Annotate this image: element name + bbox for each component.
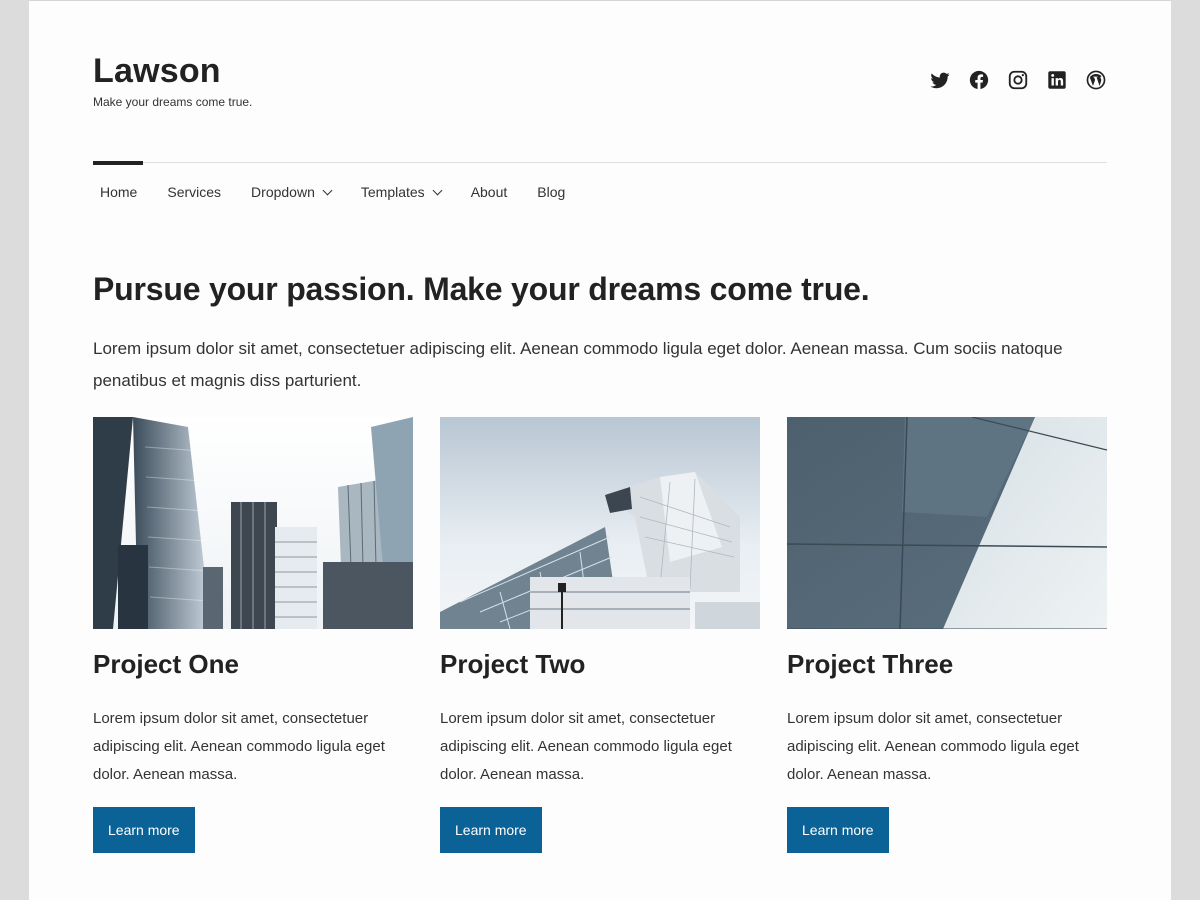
nav-active-indicator (93, 161, 143, 165)
nav-item-home[interactable]: Home (93, 181, 144, 203)
linkedin-icon[interactable] (1046, 69, 1068, 91)
learn-more-button[interactable]: Learn more (787, 807, 889, 853)
project-image (787, 417, 1107, 629)
nav-item-label: Services (167, 184, 222, 200)
chevron-down-icon (322, 185, 333, 195)
site-title[interactable]: Lawson (93, 51, 221, 91)
instagram-icon[interactable] (1007, 69, 1029, 91)
twitter-icon[interactable] (929, 69, 951, 91)
project-card: Project One Lorem ipsum dolor sit amet, … (93, 417, 413, 853)
main-nav: Home Services Dropdown Templates About B… (93, 181, 588, 203)
nav-divider (93, 162, 1107, 163)
nav-item-about[interactable]: About (464, 181, 515, 203)
project-description: Lorem ipsum dolor sit amet, consectetuer… (440, 710, 732, 783)
project-title[interactable]: Project One (93, 649, 239, 680)
project-image (440, 417, 760, 629)
learn-more-button[interactable]: Learn more (440, 807, 542, 853)
chevron-down-icon (432, 185, 443, 195)
nav-item-blog[interactable]: Blog (530, 181, 572, 203)
project-card: Project Three Lorem ipsum dolor sit amet… (787, 417, 1107, 853)
nav-item-label: Home (100, 184, 138, 200)
project-description: Lorem ipsum dolor sit amet, consectetuer… (93, 710, 385, 783)
project-title[interactable]: Project Three (787, 649, 953, 680)
hero-text: Lorem ipsum dolor sit amet, consectetuer… (93, 339, 1063, 390)
nav-item-templates[interactable]: Templates (354, 181, 448, 203)
project-description: Lorem ipsum dolor sit amet, consectetuer… (787, 710, 1079, 783)
facebook-icon[interactable] (968, 69, 990, 91)
hero-title: Pursue your passion. Make your dreams co… (93, 271, 870, 307)
project-title[interactable]: Project Two (440, 649, 585, 680)
learn-more-button[interactable]: Learn more (93, 807, 195, 853)
site-tagline: Make your dreams come true. (93, 95, 253, 109)
nav-item-services[interactable]: Services (160, 181, 228, 203)
nav-item-label: Templates (360, 184, 425, 200)
page: Lawson Make your dreams come true. Home … (29, 0, 1171, 900)
project-image (93, 417, 413, 629)
wordpress-icon[interactable] (1085, 69, 1107, 91)
nav-item-dropdown[interactable]: Dropdown (244, 181, 338, 203)
social-links (929, 69, 1107, 91)
nav-item-label: Blog (537, 184, 566, 200)
project-card: Project Two Lorem ipsum dolor sit amet, … (440, 417, 760, 853)
nav-item-label: Dropdown (251, 184, 315, 200)
nav-item-label: About (470, 184, 508, 200)
